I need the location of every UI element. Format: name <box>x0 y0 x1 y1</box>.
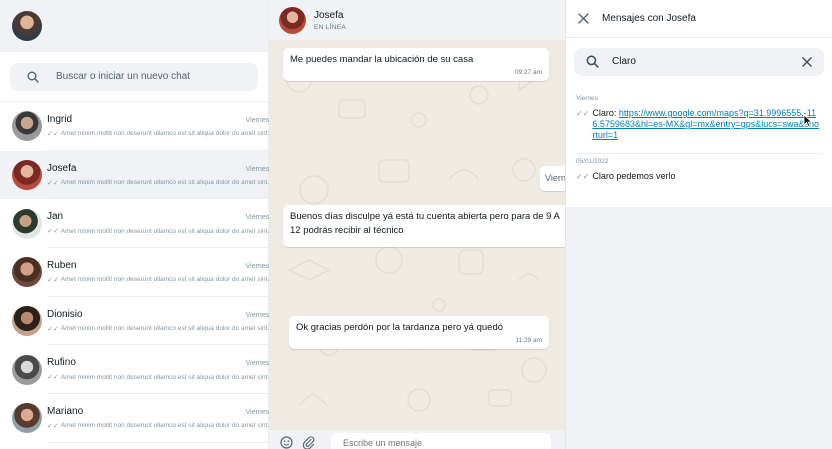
message-input[interactable] <box>331 432 551 449</box>
contact-avatar[interactable] <box>279 6 306 34</box>
chat-list-item[interactable]: Mariano Viernes ✓✓ Amet minim mollit non de… <box>0 394 270 443</box>
chat-preview: Amet minim mollit non deserunt ullamco e… <box>60 373 270 381</box>
double-check-icon: ✓✓ <box>47 276 59 284</box>
contact-avatar <box>12 257 42 288</box>
double-check-icon: ✓✓ <box>47 325 59 333</box>
chat-list-item-body: Rufino Viernes ✓✓ Amet minim mollit non des… <box>47 345 270 395</box>
chat-list-item[interactable]: Rufino Viernes ✓✓ Amet minim mollit non des… <box>0 345 270 395</box>
contact-avatar <box>12 160 42 191</box>
mouse-cursor-icon <box>803 114 813 128</box>
double-check-icon: ✓✓ <box>47 228 59 236</box>
chat-preview: Amet minim mollit non deserunt ullamco e… <box>60 227 270 235</box>
chat-list-item[interactable]: Ingrid Viernes ✓✓ Amet minim mollit non des… <box>0 102 270 151</box>
contact-avatar <box>12 208 42 239</box>
chat-preview: Amet minim mollit non deserunt ullamco e… <box>60 422 270 430</box>
contact-status: EN LÍNEA <box>314 23 347 31</box>
message-search-input[interactable] <box>612 56 800 67</box>
chat-list-item-body: Mariano Viernes ✓✓ Amet minim mollit non de… <box>47 394 270 443</box>
chat-list-item-body: Josefa Viernes ✓✓ Amet minim mollit non des… <box>47 151 270 200</box>
sidebar-search-box <box>10 62 258 91</box>
message-text: Me puedes mandar la ubicación de su casa <box>290 54 474 65</box>
message-text: Buenos días disculpe yá está tu cuenta a… <box>290 211 560 236</box>
app-window: IngridViernes✓✓Amet minim mollit non des… <box>0 0 832 449</box>
chat-list-item-body: Ingrid Viernes ✓✓ Amet minim mollit non des… <box>47 102 270 151</box>
chat-name: Ruben <box>47 259 77 271</box>
message-bubble[interactable]: Buenos días disculpe yá está tu cuenta a… <box>283 205 565 247</box>
message-bubble[interactable]: Me puedes mandar la ubicación de su casa… <box>283 48 549 81</box>
contact-avatar <box>12 354 42 385</box>
chat-time: Viernes <box>245 360 270 368</box>
double-check-icon: ✓✓ <box>576 109 590 118</box>
message-bubble[interactable]: Ok gracias perdón por la tardanza pero y… <box>289 316 549 349</box>
chat-list-item-body: Dionisio Viernes ✓✓ Amet minim mollit non d… <box>47 297 270 346</box>
conversation-header[interactable]: Josefa EN LÍNEA <box>269 0 565 40</box>
sidebar-search-input[interactable] <box>56 71 236 82</box>
double-check-icon: ✓✓ <box>576 172 590 181</box>
message-search-bar <box>566 37 832 85</box>
result-prefix: Claro: <box>592 108 619 118</box>
chat-list-item[interactable]: Dionisio Viernes ✓✓ Amet minim mollit non d… <box>0 296 270 346</box>
message-time: 11:29 am <box>515 336 542 344</box>
chat-name: Rufino <box>47 357 76 369</box>
result-link[interactable]: https://www.google.com/maps?q=31.9996555… <box>592 108 819 140</box>
result-date: Viernes <box>576 95 598 102</box>
double-check-icon: ✓✓ <box>47 130 59 138</box>
search-results: Viernes ✓✓ Claro: https://www.google.com… <box>566 85 832 207</box>
search-result-item[interactable]: ✓✓ Claro: https://www.google.com/maps?q=… <box>576 108 822 154</box>
contact-avatar <box>12 306 42 337</box>
chat-name: Jan <box>47 211 64 223</box>
emoji-icon[interactable] <box>279 436 293 449</box>
chat-list-item-body: Ruben Viernes ✓✓ Amet minim mollit non dese… <box>47 248 270 297</box>
close-icon[interactable] <box>576 12 590 26</box>
chat-time: Viernes <box>245 165 270 173</box>
search-messages-panel: Mensajes con Josefa Viernes ✓✓ Claro: ht… <box>565 0 832 449</box>
search-panel-header: Mensajes con Josefa <box>566 0 832 37</box>
chat-list-item[interactable]: Jan Viernes ✓✓ Amet minim mollit non deseru… <box>0 199 270 249</box>
chat-name: Dionisio <box>47 308 83 320</box>
chat-name: Ingrid <box>47 113 73 125</box>
user-avatar[interactable] <box>12 11 42 41</box>
message-time: 09:27 am <box>514 68 542 76</box>
result-text: Claro pedemos verlo <box>592 171 676 181</box>
chat-time: Viernes <box>245 311 270 319</box>
chat-list: Ingrid Viernes ✓✓ Amet minim mollit non des… <box>0 102 270 443</box>
message-search-box <box>574 47 824 76</box>
chat-time: Viernes <box>245 408 270 416</box>
contact-avatar <box>12 111 42 142</box>
sidebar-header <box>0 0 268 52</box>
message-text: Ok gracias perdón por la tardanza pero y… <box>296 322 504 333</box>
search-panel-title: Mensajes con Josefa <box>602 13 696 24</box>
contact-name: Josefa <box>314 9 344 21</box>
sidebar-search-bar <box>0 52 268 102</box>
chat-list-item[interactable]: Josefa Viernes ✓✓ Amet minim mollit non des… <box>0 150 270 200</box>
date-chip: Viern <box>540 166 565 191</box>
search-icon[interactable] <box>586 55 599 68</box>
chat-preview: Amet minim mollit non deserunt ullamco e… <box>60 325 270 333</box>
chat-preview: Amet minim mollit non deserunt ullamco e… <box>60 276 270 284</box>
double-check-icon: ✓✓ <box>47 179 59 187</box>
chat-preview: Amet minim mollit non deserunt ullamco e… <box>60 130 270 138</box>
chat-name: Josefa <box>47 162 77 174</box>
message-composer <box>269 430 565 449</box>
chat-list-item-body: Jan Viernes ✓✓ Amet minim mollit non deseru… <box>47 199 270 249</box>
double-check-icon: ✓✓ <box>47 422 59 430</box>
chat-list-item[interactable]: Ruben Viernes ✓✓ Amet minim mollit non dese… <box>0 248 270 297</box>
search-result-item[interactable]: ✓✓ Claro pedemos verlo <box>576 171 822 194</box>
result-date: 05/01/2022 <box>576 158 609 165</box>
paperclip-icon[interactable] <box>301 436 315 449</box>
chat-name: Mariano <box>47 405 84 417</box>
chat-time: Viernes <box>245 214 270 222</box>
search-icon[interactable] <box>24 68 42 86</box>
clear-icon[interactable] <box>800 55 814 69</box>
double-check-icon: ✓✓ <box>47 374 59 382</box>
contact-avatar <box>12 403 42 434</box>
chat-preview: Amet minim mollit non deserunt ullamco e… <box>60 179 270 187</box>
result-text: Claro: https://www.google.com/maps?q=31.… <box>592 108 822 141</box>
chat-time: Viernes <box>245 116 270 124</box>
chat-sidebar: IngridViernes✓✓Amet minim mollit non des… <box>0 0 270 449</box>
conversation-pane: Josefa EN LÍNEA Me puedes mandar la ubic… <box>269 0 565 449</box>
chat-time: Viernes <box>245 262 270 270</box>
